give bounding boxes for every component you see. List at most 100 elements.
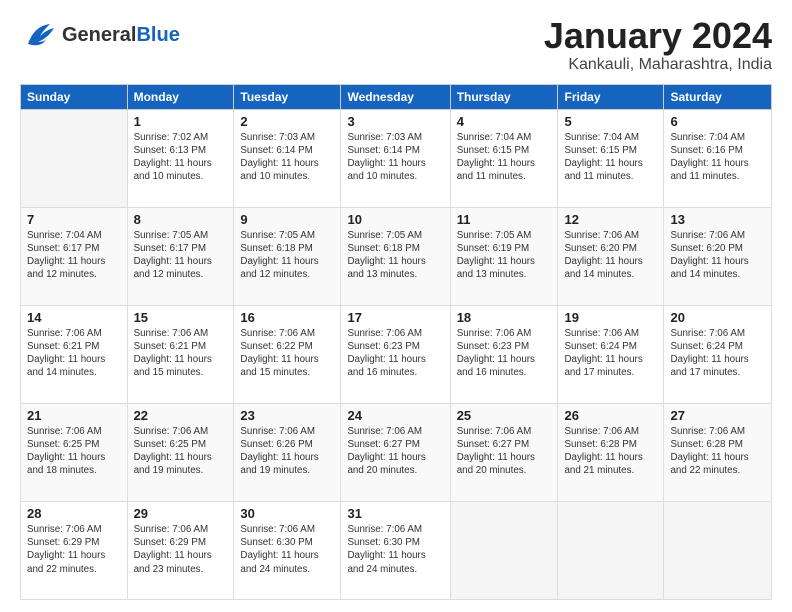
day-number: 25 [457, 408, 552, 423]
day-number: 8 [134, 212, 228, 227]
day-info: Sunrise: 7:03 AM Sunset: 6:14 PM Dayligh… [240, 131, 334, 184]
table-row: 18Sunrise: 7:06 AM Sunset: 6:23 PM Dayli… [450, 305, 558, 403]
title-block: January 2024 Kankauli, Maharashtra, Indi… [544, 16, 772, 74]
table-row [21, 109, 128, 207]
table-row: 9 Sunrise: 7:05 AM Sunset: 6:18 PM Daylig… [234, 207, 341, 305]
day-number: 20 [670, 310, 765, 325]
day-info: Sunrise: 7:05 AM Sunset: 6:17 PM Dayligh… [134, 229, 228, 282]
col-thursday: Thursday [450, 84, 558, 109]
table-row: 25Sunrise: 7:06 AM Sunset: 6:27 PM Dayli… [450, 403, 558, 501]
day-number: 1 [134, 114, 228, 129]
day-info: Sunrise: 7:06 AM Sunset: 6:29 PM Dayligh… [27, 523, 121, 576]
table-row: 4 Sunrise: 7:04 AM Sunset: 6:15 PM Daylig… [450, 109, 558, 207]
day-info: Sunrise: 7:06 AM Sunset: 6:30 PM Dayligh… [347, 523, 443, 576]
day-number: 27 [670, 408, 765, 423]
calendar-table: Sunday Monday Tuesday Wednesday Thursday… [20, 84, 772, 600]
day-number: 5 [564, 114, 657, 129]
table-row: 11 Sunrise: 7:05 AM Sunset: 6:19 PM Dayli… [450, 207, 558, 305]
table-row: 20 Sunrise: 7:06 AM Sunset: 6:24 PM Dayli… [664, 305, 772, 403]
logo: GeneralBlue [20, 16, 180, 54]
day-info: Sunrise: 7:03 AM Sunset: 6:14 PM Dayligh… [347, 131, 443, 184]
table-row: 17 Sunrise: 7:06 AM Sunset: 6:23 PM Dayli… [341, 305, 450, 403]
col-monday: Monday [127, 84, 234, 109]
day-info: Sunrise: 7:06 AM Sunset: 6:20 PM Dayligh… [670, 229, 765, 282]
day-number: 26 [564, 408, 657, 423]
col-wednesday: Wednesday [341, 84, 450, 109]
day-info: Sunrise: 7:05 AM Sunset: 6:18 PM Dayligh… [240, 229, 334, 282]
day-info: Sunrise: 7:06 AM Sunset: 6:20 PM Dayligh… [564, 229, 657, 282]
day-number: 16 [240, 310, 334, 325]
page-subtitle: Kankauli, Maharashtra, India [544, 56, 772, 74]
table-row: 5Sunrise: 7:04 AM Sunset: 6:15 PM Daylig… [558, 109, 664, 207]
calendar-week-row: 1 Sunrise: 7:02 AM Sunset: 6:13 PM Daylig… [21, 109, 772, 207]
table-row [664, 501, 772, 599]
day-number: 12 [564, 212, 657, 227]
table-row: 8 Sunrise: 7:05 AM Sunset: 6:17 PM Daylig… [127, 207, 234, 305]
table-row: 31 Sunrise: 7:06 AM Sunset: 6:30 PM Dayli… [341, 501, 450, 599]
col-friday: Friday [558, 84, 664, 109]
page-title: January 2024 [544, 16, 772, 56]
table-row: 6 Sunrise: 7:04 AM Sunset: 6:16 PM Daylig… [664, 109, 772, 207]
day-info: Sunrise: 7:06 AM Sunset: 6:27 PM Dayligh… [347, 425, 443, 478]
day-info: Sunrise: 7:05 AM Sunset: 6:19 PM Dayligh… [457, 229, 552, 282]
day-info: Sunrise: 7:06 AM Sunset: 6:22 PM Dayligh… [240, 327, 334, 380]
table-row: 3 Sunrise: 7:03 AM Sunset: 6:14 PM Daylig… [341, 109, 450, 207]
table-row: 23Sunrise: 7:06 AM Sunset: 6:26 PM Dayli… [234, 403, 341, 501]
table-row: 14 Sunrise: 7:06 AM Sunset: 6:21 PM Dayli… [21, 305, 128, 403]
day-number: 9 [240, 212, 334, 227]
day-info: Sunrise: 7:06 AM Sunset: 6:26 PM Dayligh… [240, 425, 334, 478]
table-row: 7 Sunrise: 7:04 AM Sunset: 6:17 PM Daylig… [21, 207, 128, 305]
calendar-week-row: 7 Sunrise: 7:04 AM Sunset: 6:17 PM Daylig… [21, 207, 772, 305]
day-number: 15 [134, 310, 228, 325]
table-row: 19Sunrise: 7:06 AM Sunset: 6:24 PM Dayli… [558, 305, 664, 403]
day-info: Sunrise: 7:06 AM Sunset: 6:29 PM Dayligh… [134, 523, 228, 576]
table-row: 27 Sunrise: 7:06 AM Sunset: 6:28 PM Dayli… [664, 403, 772, 501]
day-number: 6 [670, 114, 765, 129]
table-row: 30Sunrise: 7:06 AM Sunset: 6:30 PM Dayli… [234, 501, 341, 599]
table-row: 1 Sunrise: 7:02 AM Sunset: 6:13 PM Daylig… [127, 109, 234, 207]
day-number: 14 [27, 310, 121, 325]
day-number: 13 [670, 212, 765, 227]
table-row: 10 Sunrise: 7:05 AM Sunset: 6:18 PM Dayli… [341, 207, 450, 305]
table-row: 12 Sunrise: 7:06 AM Sunset: 6:20 PM Dayli… [558, 207, 664, 305]
table-row: 15 Sunrise: 7:06 AM Sunset: 6:21 PM Dayli… [127, 305, 234, 403]
day-info: Sunrise: 7:04 AM Sunset: 6:17 PM Dayligh… [27, 229, 121, 282]
table-row: 16 Sunrise: 7:06 AM Sunset: 6:22 PM Dayli… [234, 305, 341, 403]
day-info: Sunrise: 7:06 AM Sunset: 6:21 PM Dayligh… [134, 327, 228, 380]
table-row: 2Sunrise: 7:03 AM Sunset: 6:14 PM Daylig… [234, 109, 341, 207]
table-row: 28Sunrise: 7:06 AM Sunset: 6:29 PM Dayli… [21, 501, 128, 599]
day-number: 18 [457, 310, 552, 325]
day-info: Sunrise: 7:06 AM Sunset: 6:24 PM Dayligh… [670, 327, 765, 380]
day-number: 3 [347, 114, 443, 129]
calendar-header-row: Sunday Monday Tuesday Wednesday Thursday… [21, 84, 772, 109]
table-row: 26 Sunrise: 7:06 AM Sunset: 6:28 PM Dayli… [558, 403, 664, 501]
day-info: Sunrise: 7:04 AM Sunset: 6:16 PM Dayligh… [670, 131, 765, 184]
day-info: Sunrise: 7:06 AM Sunset: 6:21 PM Dayligh… [27, 327, 121, 380]
day-info: Sunrise: 7:04 AM Sunset: 6:15 PM Dayligh… [457, 131, 552, 184]
table-row: 21Sunrise: 7:06 AM Sunset: 6:25 PM Dayli… [21, 403, 128, 501]
col-tuesday: Tuesday [234, 84, 341, 109]
day-number: 17 [347, 310, 443, 325]
day-number: 30 [240, 506, 334, 521]
day-number: 10 [347, 212, 443, 227]
day-number: 7 [27, 212, 121, 227]
day-info: Sunrise: 7:05 AM Sunset: 6:18 PM Dayligh… [347, 229, 443, 282]
col-sunday: Sunday [21, 84, 128, 109]
day-number: 31 [347, 506, 443, 521]
day-number: 11 [457, 212, 552, 227]
day-info: Sunrise: 7:02 AM Sunset: 6:13 PM Dayligh… [134, 131, 228, 184]
table-row: 24 Sunrise: 7:06 AM Sunset: 6:27 PM Dayli… [341, 403, 450, 501]
calendar-week-row: 21Sunrise: 7:06 AM Sunset: 6:25 PM Dayli… [21, 403, 772, 501]
table-row: 22Sunrise: 7:06 AM Sunset: 6:25 PM Dayli… [127, 403, 234, 501]
day-info: Sunrise: 7:06 AM Sunset: 6:28 PM Dayligh… [564, 425, 657, 478]
day-info: Sunrise: 7:06 AM Sunset: 6:28 PM Dayligh… [670, 425, 765, 478]
calendar-week-row: 28Sunrise: 7:06 AM Sunset: 6:29 PM Dayli… [21, 501, 772, 599]
day-number: 24 [347, 408, 443, 423]
day-number: 4 [457, 114, 552, 129]
col-saturday: Saturday [664, 84, 772, 109]
logo-blue: Blue [136, 24, 179, 46]
day-info: Sunrise: 7:06 AM Sunset: 6:25 PM Dayligh… [27, 425, 121, 478]
day-info: Sunrise: 7:06 AM Sunset: 6:23 PM Dayligh… [347, 327, 443, 380]
logo-general: General [62, 24, 136, 46]
calendar-week-row: 14 Sunrise: 7:06 AM Sunset: 6:21 PM Dayli… [21, 305, 772, 403]
